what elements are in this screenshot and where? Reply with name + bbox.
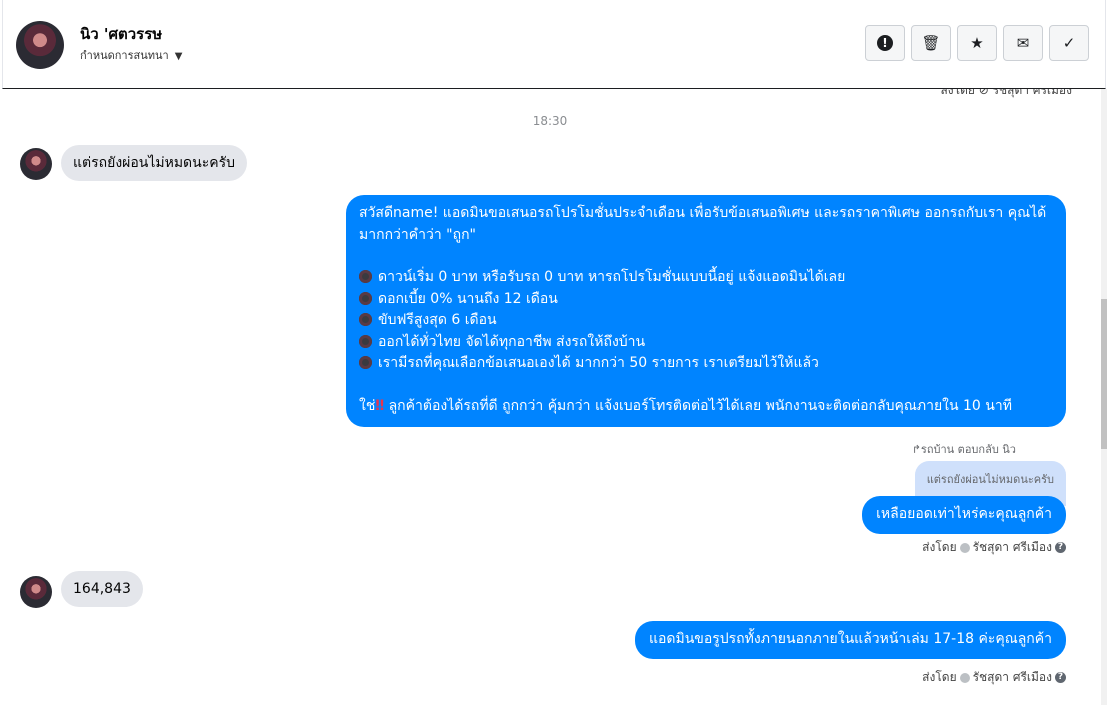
sent-by-label: ส่งโดย <box>922 540 957 554</box>
promo-spacer <box>359 246 1053 267</box>
header-actions: ! 🗑 ★ ✉ ✓ <box>865 25 1089 61</box>
car-emoji-icon <box>359 356 372 369</box>
message-meta: ส่งโดย รัชสุดา ศรีเมือง ? <box>922 538 1066 557</box>
scrollbar-thumb[interactable] <box>1101 299 1107 449</box>
timestamp: 18:30 <box>532 114 568 128</box>
promo-bullet: ขับฟรีสูงสุด 6 เดือน <box>359 310 1053 332</box>
contact-avatar[interactable] <box>16 21 64 69</box>
promo-bullet: เรามีรถที่คุณเลือกข้อเสนอเองได้ มากกว่า … <box>359 353 1053 375</box>
mark-done-button[interactable]: ✓ <box>1049 25 1089 61</box>
envelope-icon: ✉ <box>1016 34 1030 52</box>
exclamation-icon: ! <box>877 35 893 51</box>
promo-intro: สวัสดีname! แอดมินขอเสนอรถโปรโมชั่นประจำ… <box>359 205 1047 243</box>
outgoing-promo-message[interactable]: สวัสดีname! แอดมินขอเสนอรถโปรโมชั่นประจำ… <box>346 195 1066 427</box>
outgoing-message[interactable]: แอดมินขอรูปรถทั้งภายนอกภายในแล้วหน้าเล่ม… <box>634 621 1066 659</box>
promo-bullet: ออกได้ทั่วไทย จัดได้ทุกอาชีพ ส่งรถให้ถึง… <box>359 332 1053 354</box>
promo-bullet: ดาวน์เริ่ม 0 บาท หรือรับรถ 0 บาท หารถโปร… <box>359 267 1053 289</box>
checkmark-icon: ✓ <box>1062 34 1076 52</box>
reply-label: ↱รถบ้าน ตอบกลับ นิว <box>911 443 1016 456</box>
promo-closing: ใช่‼ ลูกค้าต้องได้รถที่ดี ถูกกว่า คุ้มกว… <box>359 397 1012 414</box>
help-icon[interactable]: ? <box>1055 672 1066 683</box>
promo-spacer <box>359 375 1053 396</box>
outgoing-message[interactable]: เหลือยอดเท่าไหร่คะคุณลูกค้า <box>862 496 1066 534</box>
assign-conversation-dropdown[interactable]: กำหนดการสนทนา ▼ <box>80 46 182 64</box>
assign-label: กำหนดการสนทนา <box>80 49 169 62</box>
help-icon[interactable]: ? <box>1055 542 1066 553</box>
scrollbar[interactable] <box>1101 89 1107 705</box>
caret-down-icon: ▼ <box>174 51 183 62</box>
avatar[interactable] <box>20 148 52 180</box>
mark-unread-button[interactable]: ✉ <box>1003 25 1043 61</box>
car-emoji-icon <box>359 334 372 348</box>
message-meta: ส่งโดย รัชสุดา ศรีเมือง ? <box>922 668 1066 687</box>
car-emoji-icon <box>359 270 372 283</box>
incoming-message[interactable]: แต่รถยังผ่อนไม่หมดนะครับ <box>61 145 248 181</box>
avatar[interactable] <box>20 576 52 608</box>
trash-icon: 🗑 <box>921 34 941 52</box>
agent-name[interactable]: รัชสุดา ศรีเมือง <box>973 668 1052 687</box>
message-thread[interactable]: ส่งโดย ⊘ รัชสุดา ศรีเมือง 18:30 แต่รถยัง… <box>0 89 1100 705</box>
car-emoji-icon <box>359 291 372 305</box>
agent-avatar-icon <box>959 672 970 683</box>
agent-name[interactable]: รัชสุดา ศรีเมือง <box>973 538 1052 557</box>
star-icon: ★ <box>970 34 984 52</box>
delete-button[interactable]: 🗑 <box>911 25 951 61</box>
double-exclamation-icon: ‼ <box>375 397 385 414</box>
conversation-header: นิว 'ศตวรรษ กำหนดการสนทนา ▼ ! 🗑 ★ ✉ ✓ <box>2 0 1106 89</box>
sent-by-label: ส่งโดย <box>922 670 957 684</box>
contact-name[interactable]: นิว 'ศตวรรษ <box>80 22 162 46</box>
promo-bullet: ดอกเบี้ย 0% นานถึง 12 เดือน <box>359 289 1053 311</box>
message-meta-cutoff: ส่งโดย ⊘ รัชสุดา ศรีเมือง <box>940 89 1072 97</box>
incoming-message[interactable]: 164,843 <box>61 571 143 607</box>
spam-button[interactable]: ! <box>865 25 905 61</box>
agent-avatar-icon <box>959 542 970 553</box>
star-button[interactable]: ★ <box>957 25 997 61</box>
car-emoji-icon <box>359 313 372 326</box>
